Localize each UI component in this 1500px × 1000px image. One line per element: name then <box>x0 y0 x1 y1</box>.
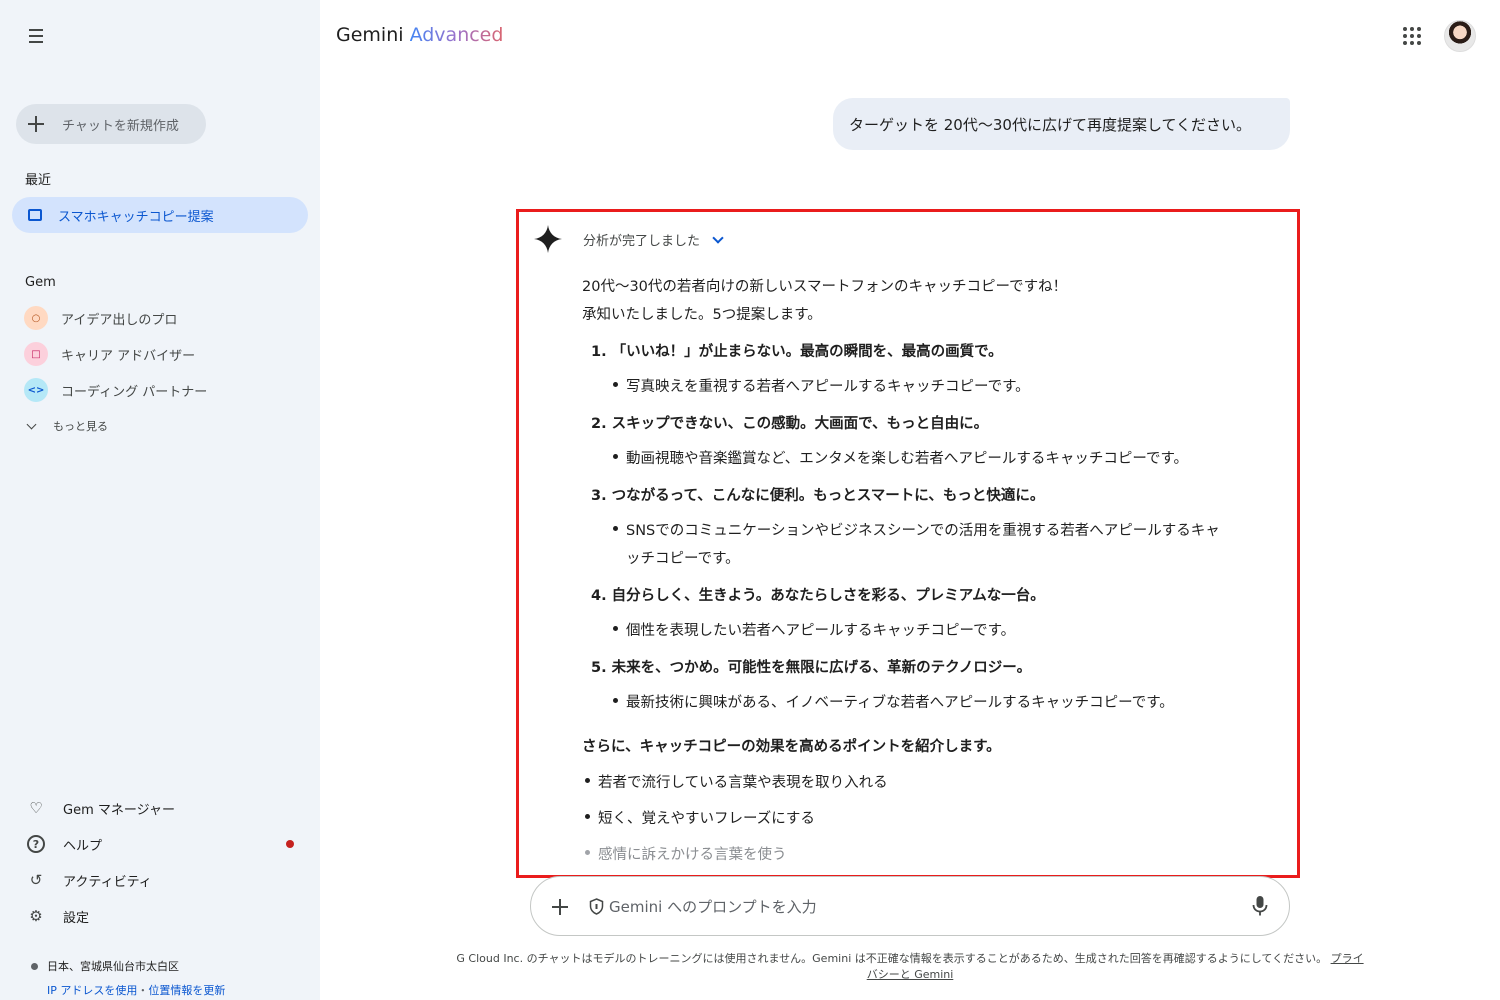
bullet <box>613 698 618 703</box>
item-number: 3. <box>591 488 607 504</box>
gem-manager-label: Gem マネージャー <box>63 802 175 818</box>
briefcase-icon: □ <box>24 342 48 366</box>
notification-dot <box>286 840 294 848</box>
gem-item-idea[interactable]: ○ アイデア出しのプロ <box>24 306 177 330</box>
google-apps-icon[interactable] <box>1403 27 1421 45</box>
item-2-desc: 動画視聴や音楽鑑賞など、エンタメを楽しむ若者へアピールするキャッチコピーです。 <box>626 451 1189 467</box>
help-label: ヘルプ <box>63 838 103 854</box>
avatar[interactable] <box>1444 20 1476 52</box>
use-ip-link[interactable]: IP アドレスを使用 <box>47 984 137 997</box>
item-3-desc-line-1: SNSでのコミュニケーションやビジネスシーンでの活用を重視する若者へアピールする… <box>626 523 1220 539</box>
tip-1: 若者で流行している言葉や表現を取り入れる <box>598 775 888 791</box>
menu-icon[interactable] <box>22 22 50 50</box>
intro-line-2: 承知いたしました。5つ提案します。 <box>582 307 822 323</box>
disclaimer-text: G Cloud Inc. のチャットはモデルのトレーニングには使用されません。G… <box>456 952 1328 965</box>
bullet <box>585 814 590 819</box>
location-links: IP アドレスを使用・位置情報を更新 <box>47 982 225 998</box>
item-number: 5. <box>591 660 607 676</box>
item-1-desc: 写真映えを重視する若者へアピールするキャッチコピーです。 <box>626 379 1030 395</box>
item-title: つながるって、こんなに便利。もっとスマートに、もっと快適に。 <box>611 488 1045 504</box>
item-5-desc: 最新技術に興味がある、イノベーティブな若者へアピールするキャッチコピーです。 <box>626 695 1174 711</box>
app-title-tier: Advanced <box>409 24 504 46</box>
item-title: 「いいね！」が止まらない。最高の瞬間を、最高の画質で。 <box>611 344 1003 360</box>
item-5-title: 5. 未来を、つかめ。可能性を無限に広げる、革新のテクノロジー。 <box>591 656 1031 677</box>
item-title: 未来を、つかめ。可能性を無限に広げる、革新のテクノロジー。 <box>611 660 1032 676</box>
recent-chat-item[interactable]: スマホキャッチコピー提案 <box>12 197 308 233</box>
add-attachment-icon[interactable] <box>552 899 568 915</box>
user-message-text: ターゲットを 20代〜30代に広げて再度提案してください。 <box>849 115 1252 134</box>
bullet <box>585 778 590 783</box>
gem-label: コーディング パートナー <box>61 384 208 400</box>
prompt-input[interactable] <box>609 895 1209 919</box>
gemini-sparkle-icon <box>534 225 562 253</box>
model-response: 分析が完了しました 20代〜30代の若者向けの新しいスマートフォンのキャッチコピ… <box>516 209 1300 878</box>
tips-heading: さらに、キャッチコピーの効果を高めるポイントを紹介します。 <box>582 739 1001 755</box>
bullet <box>613 382 618 387</box>
lightbulb-icon: ○ <box>24 306 48 330</box>
prompt-box <box>530 876 1290 936</box>
app-title[interactable]: Gemini Advanced <box>336 24 503 46</box>
code-icon: <> <box>24 378 48 402</box>
item-3-title: 3. つながるって、こんなに便利。もっとスマートに、もっと快適に。 <box>591 484 1044 505</box>
gem-heading: Gem <box>25 275 56 290</box>
item-title: 自分らしく、生きよう。あなたらしさを彩る、プレミアムな一台。 <box>611 588 1045 604</box>
gem-heart-icon: ♡ <box>29 799 43 817</box>
show-more-button[interactable]: もっと見る <box>26 418 108 434</box>
help-icon: ? <box>27 835 45 853</box>
gem-label: アイデア出しのプロ <box>61 312 178 328</box>
app-title-main: Gemini <box>336 24 404 46</box>
gem-item-career[interactable]: □ キャリア アドバイザー <box>24 342 195 366</box>
history-icon: ↺ <box>29 871 43 889</box>
recent-chat-label: スマホキャッチコピー提案 <box>58 209 214 225</box>
sidebar: チャットを新規作成 最近 スマホキャッチコピー提案 Gem ○ アイデア出しのプ… <box>0 0 320 1000</box>
bullet <box>613 626 618 631</box>
activity-button[interactable]: ↺ アクティビティ <box>26 870 152 890</box>
help-icon-wrap: ? <box>26 834 46 854</box>
item-number: 2. <box>591 416 607 432</box>
shield-icon <box>589 898 604 915</box>
bullet <box>613 526 618 531</box>
bullet <box>585 850 590 855</box>
gem-item-coding[interactable]: <> コーディング パートナー <box>24 378 207 402</box>
location-dot-icon <box>31 962 38 970</box>
show-more-label: もっと見る <box>53 420 108 433</box>
item-title: スキップできない、この感動。大画面で、もっと自由に。 <box>611 416 989 432</box>
chevron-down-icon <box>712 231 724 244</box>
location-info: 日本、宮城県仙台市太白区 <box>31 958 179 974</box>
bullet <box>613 454 618 459</box>
plus-icon <box>28 116 44 132</box>
chevron-down-icon <box>26 419 37 429</box>
link-separator: ・ <box>137 984 149 997</box>
analysis-toggle[interactable]: 分析が完了しました <box>583 230 724 249</box>
item-1-title: 1. 「いいね！」が止まらない。最高の瞬間を、最高の画質で。 <box>591 340 1003 361</box>
gem-manager-button[interactable]: ♡ Gem マネージャー <box>26 798 175 818</box>
chat-bubble-icon <box>28 209 42 221</box>
settings-button[interactable]: ⚙ 設定 <box>26 906 89 926</box>
tip-3: 感情に訴えかける言葉を使う <box>598 847 787 863</box>
gear-icon: ⚙ <box>29 907 43 925</box>
location-text: 日本、宮城県仙台市太白区 <box>47 960 179 973</box>
item-3-desc-line-2: ッチコピーです。 <box>626 551 740 567</box>
new-chat-label: チャットを新規作成 <box>62 118 179 134</box>
help-button[interactable]: ? ヘルプ <box>26 834 102 854</box>
item-number: 1. <box>591 344 607 360</box>
new-chat-button[interactable]: チャットを新規作成 <box>16 104 206 144</box>
item-2-title: 2. スキップできない、この感動。大画面で、もっと自由に。 <box>591 412 988 433</box>
settings-label: 設定 <box>63 910 90 926</box>
microphone-icon[interactable] <box>1252 895 1268 917</box>
activity-label: アクティビティ <box>63 874 152 890</box>
item-number: 4. <box>591 588 607 604</box>
analysis-status: 分析が完了しました <box>583 234 701 249</box>
disclaimer: G Cloud Inc. のチャットはモデルのトレーニングには使用されません。G… <box>455 951 1365 983</box>
intro-line-1: 20代〜30代の若者向けの新しいスマートフォンのキャッチコピーですね！ <box>582 279 1068 295</box>
item-4-title: 4. 自分らしく、生きよう。あなたらしさを彩る、プレミアムな一台。 <box>591 584 1045 605</box>
user-message: ターゲットを 20代〜30代に広げて再度提案してください。 <box>833 98 1290 150</box>
tip-2: 短く、覚えやすいフレーズにする <box>598 811 815 827</box>
item-4-desc: 個性を表現したい若者へアピールするキャッチコピーです。 <box>626 623 1016 639</box>
gem-label: キャリア アドバイザー <box>61 348 196 364</box>
update-location-link[interactable]: 位置情報を更新 <box>148 984 225 997</box>
recent-heading: 最近 <box>25 173 52 188</box>
